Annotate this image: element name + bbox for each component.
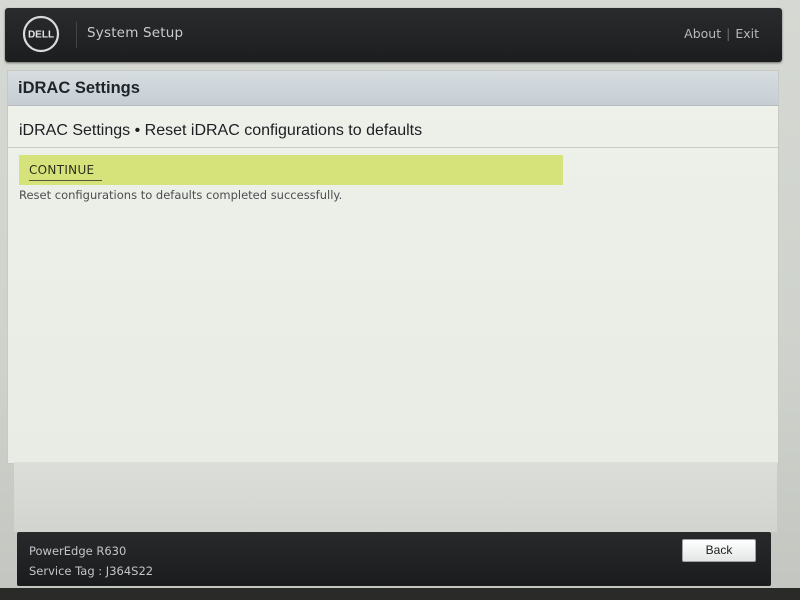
bezel-edge bbox=[0, 588, 800, 600]
footer-bar: PowerEdge R630 Service Tag : J364S22 Bac… bbox=[17, 532, 771, 586]
dell-logo: DELL bbox=[19, 14, 63, 54]
system-model: PowerEdge R630 bbox=[29, 544, 127, 558]
about-link[interactable]: About bbox=[684, 26, 721, 41]
page-title: iDRAC Settings bbox=[18, 79, 140, 97]
exit-link[interactable]: Exit bbox=[735, 26, 759, 41]
service-tag: Service Tag : J364S22 bbox=[29, 564, 154, 578]
continue-label: CONTINUE bbox=[29, 163, 95, 177]
main-panel: iDRAC Settings iDRAC Settings • Reset iD… bbox=[7, 70, 779, 464]
section-title: iDRAC Settings • Reset iDRAC configurati… bbox=[19, 122, 423, 139]
top-header-bar: DELL System Setup About | Exit bbox=[5, 8, 782, 62]
app-title: System Setup bbox=[87, 25, 184, 41]
header-links: About | Exit bbox=[684, 26, 759, 41]
status-message: Reset configurations to defaults complet… bbox=[19, 188, 343, 202]
panel-header: iDRAC Settings bbox=[8, 71, 778, 106]
dell-logo-icon: DELL bbox=[22, 15, 60, 53]
continue-button[interactable]: CONTINUE bbox=[19, 155, 563, 185]
section-divider bbox=[8, 147, 778, 148]
system-setup-screen: DELL System Setup About | Exit iDRAC Setti… bbox=[0, 0, 800, 600]
empty-lower-area bbox=[14, 462, 777, 532]
svg-text:DELL: DELL bbox=[28, 30, 54, 41]
continue-underline bbox=[29, 180, 102, 181]
back-button[interactable]: Back bbox=[682, 539, 756, 562]
header-divider bbox=[76, 22, 77, 48]
link-separator: | bbox=[726, 26, 731, 41]
